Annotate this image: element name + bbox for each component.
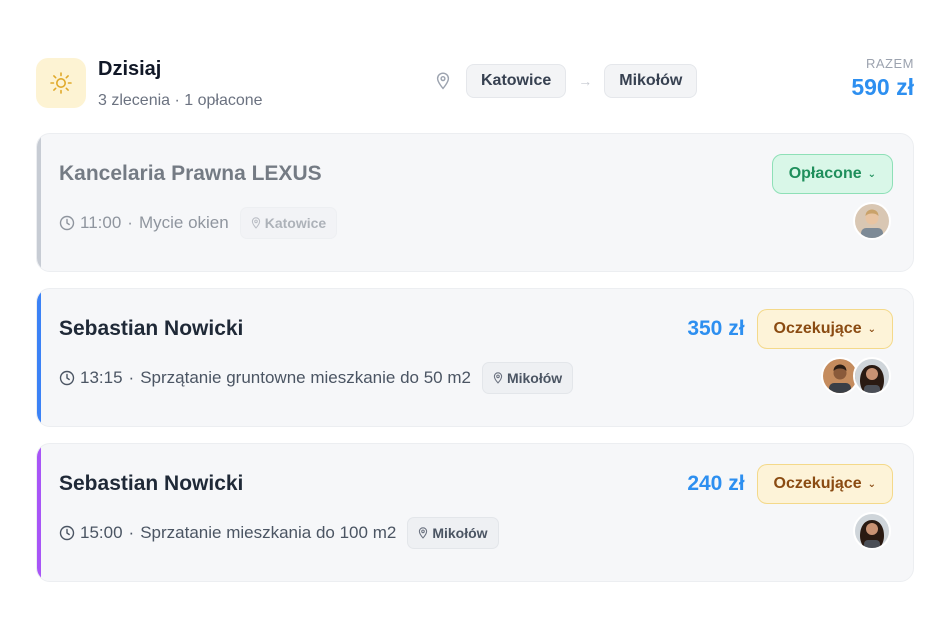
location-label: Mikołów	[432, 525, 488, 541]
separator: ·	[127, 213, 133, 232]
order-card[interactable]: Sebastian Nowicki 13:15 · Sprzątanie gru…	[36, 288, 914, 427]
clock-icon	[59, 370, 75, 386]
order-actions: 240 zł Oczekujące ⌄	[687, 464, 893, 504]
client-name: Kancelaria Prawna LEXUS	[59, 162, 322, 185]
status-dropdown[interactable]: Oczekujące ⌄	[756, 464, 893, 504]
client-name: Sebastian Nowicki	[59, 317, 244, 340]
chevron-down-icon: ⌄	[867, 168, 876, 180]
chevron-down-icon: ⌄	[867, 478, 876, 490]
orders-summary: 3 zlecenia · 1 opłacone	[98, 92, 263, 109]
sun-icon	[36, 58, 86, 108]
page-title: Dzisiaj	[98, 58, 162, 80]
status-label: Opłacone	[788, 165, 862, 182]
day-summary-page: Dzisiaj 3 zlecenia · 1 opłacone Katowice…	[0, 0, 951, 627]
status-label: Oczekujące	[773, 320, 862, 337]
service-name: Sprzątanie gruntowne mieszkanie do 50 m2	[140, 368, 471, 387]
assigned-avatars	[853, 202, 891, 240]
order-stripe	[37, 134, 41, 271]
order-meta: 15:00 · Sprzatanie mieszkania do 100 m2 …	[59, 516, 499, 550]
status-dropdown[interactable]: Opłacone ⌄	[771, 154, 893, 194]
order-stripe	[37, 289, 41, 426]
total: RAZEM 590 zł	[851, 56, 914, 101]
location-chip[interactable]: Mikołów	[407, 517, 499, 549]
status-label: Oczekujące	[773, 475, 862, 492]
status-dropdown[interactable]: Oczekujące ⌄	[756, 309, 893, 349]
location-label: Katowice	[264, 215, 327, 231]
service-name: Sprzatanie mieszkania do 100 m2	[140, 523, 397, 542]
route: Katowice → Mikołów	[436, 64, 698, 98]
map-pin-icon	[251, 217, 261, 229]
total-label: RAZEM	[866, 56, 914, 71]
order-meta: 13:15 · Sprzątanie gruntowne mieszkanie …	[59, 361, 574, 395]
order-stripe	[37, 444, 41, 581]
order-actions: Opłacone ⌄	[771, 154, 893, 194]
order-time: 13:15	[80, 368, 123, 387]
order-card[interactable]: Sebastian Nowicki 15:00 · Sprzatanie mie…	[36, 443, 914, 582]
location-chip[interactable]: Mikołów	[481, 362, 574, 394]
service-name: Mycie okien	[138, 213, 229, 232]
order-price: 350 zł	[687, 317, 745, 340]
clock-icon	[59, 215, 75, 231]
map-pin-icon	[436, 72, 450, 90]
order-time: 11:00	[80, 213, 122, 232]
route-to-chip[interactable]: Mikołów	[604, 64, 698, 98]
order-time: 15:00	[80, 523, 123, 542]
order-actions: 350 zł Oczekujące ⌄	[687, 309, 893, 349]
order-card[interactable]: Kancelaria Prawna LEXUS 11:00 · Mycie ok…	[36, 133, 914, 272]
order-price: 240 zł	[687, 472, 745, 495]
avatar[interactable]	[853, 512, 891, 550]
map-pin-icon	[493, 372, 503, 384]
assigned-avatars	[853, 512, 891, 550]
avatar[interactable]	[853, 357, 891, 395]
total-amount: 590 zł	[851, 74, 914, 100]
day-header: Dzisiaj 3 zlecenia · 1 opłacone Katowice…	[36, 54, 914, 116]
avatar[interactable]	[853, 202, 891, 240]
map-pin-icon	[418, 527, 428, 539]
location-label: Mikołów	[506, 370, 563, 386]
clock-icon	[59, 525, 75, 541]
separator: ·	[128, 368, 135, 387]
route-from-chip[interactable]: Katowice	[466, 64, 567, 98]
arrow-right-icon: →	[578, 73, 593, 89]
client-name: Sebastian Nowicki	[59, 472, 244, 495]
order-meta: 11:00 · Mycie okien Katowice	[59, 206, 338, 240]
assigned-avatars	[821, 357, 891, 395]
location-chip[interactable]: Katowice	[239, 207, 338, 239]
separator: ·	[128, 523, 135, 542]
chevron-down-icon: ⌄	[867, 323, 876, 335]
